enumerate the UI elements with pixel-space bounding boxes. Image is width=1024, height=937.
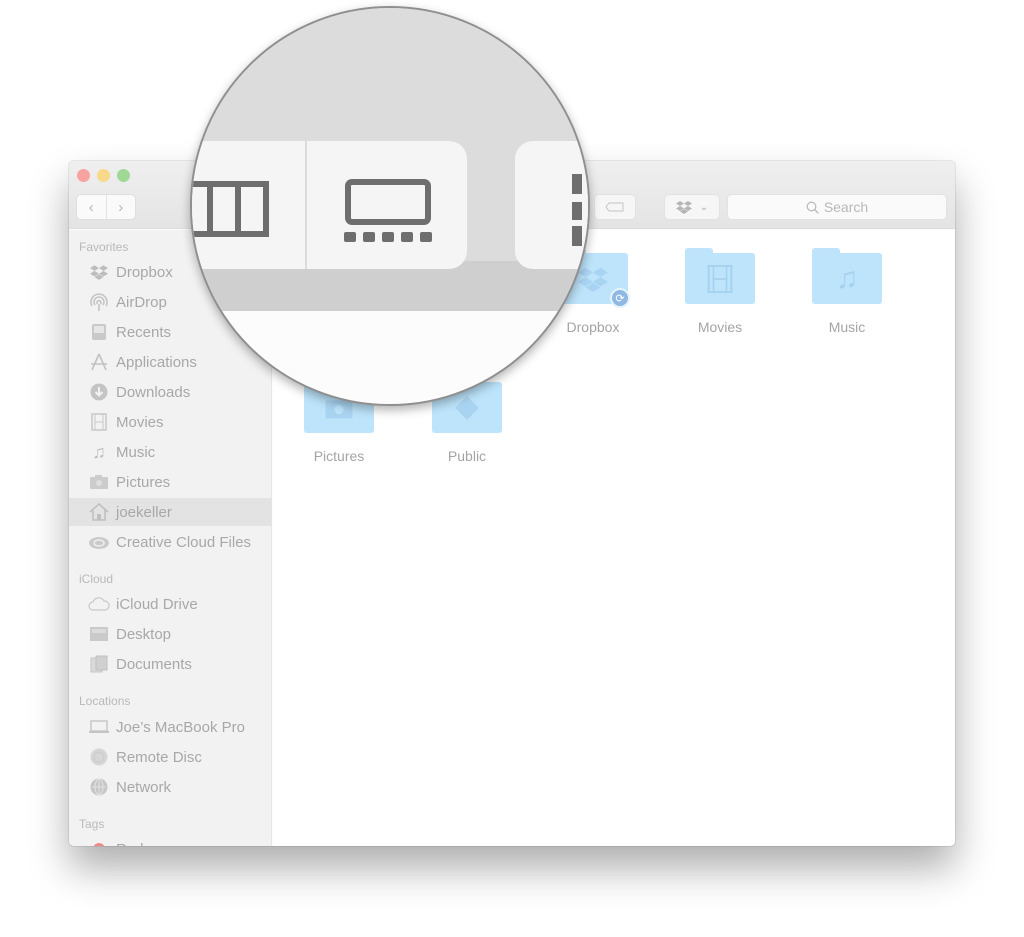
sidebar-item-label: joekeller xyxy=(116,503,172,521)
downloads-icon xyxy=(88,382,110,402)
section-locations: Locations xyxy=(79,694,131,708)
sidebar-item-label: iCloud Drive xyxy=(116,595,198,613)
desktop-icon xyxy=(88,624,110,644)
dropbox-menu-button[interactable]: ⌄ xyxy=(665,195,719,219)
magnifier-callout xyxy=(190,6,590,406)
sidebar-item-pictures[interactable]: Pictures xyxy=(69,468,272,496)
sidebar-item-music[interactable]: ♫ Music xyxy=(69,438,272,466)
forward-button[interactable]: › xyxy=(105,195,136,219)
gallery-view-icon[interactable] xyxy=(342,178,434,244)
sidebar-item-network[interactable]: Network xyxy=(69,773,272,801)
creative-cloud-icon xyxy=(88,532,110,552)
music-folder-icon: ♫ xyxy=(812,248,882,304)
recents-icon xyxy=(88,322,110,342)
dropbox-icon xyxy=(675,201,692,214)
search-field[interactable]: Search xyxy=(728,195,946,219)
column-view-icon[interactable] xyxy=(192,180,274,238)
chevron-right-icon: › xyxy=(118,198,124,216)
section-icloud: iCloud xyxy=(79,572,114,586)
sidebar-item-tag-red[interactable]: Red xyxy=(69,835,272,846)
sidebar-item-label: Desktop xyxy=(116,625,172,643)
sidebar-item-macbook-pro[interactable]: Joe’s MacBook Pro xyxy=(69,713,272,741)
sidebar-item-label: Applications xyxy=(116,353,197,371)
sidebar-item-label: Music xyxy=(116,443,156,461)
sidebar-item-label: Documents xyxy=(116,655,192,673)
nav-buttons: ‹ › xyxy=(77,195,135,219)
home-icon xyxy=(88,502,110,522)
sidebar-item-movies[interactable]: Movies xyxy=(69,408,272,436)
disc-icon xyxy=(88,747,110,767)
folder-label: Pictures xyxy=(313,448,365,464)
sidebar-item-label: Red xyxy=(116,841,144,847)
folder-label: Music xyxy=(828,319,866,335)
sidebar-item-desktop[interactable]: Desktop xyxy=(69,620,272,648)
folder-label: Movies xyxy=(697,319,743,335)
laptop-icon xyxy=(88,717,110,737)
zoom-button[interactable] xyxy=(117,169,130,182)
airdrop-icon xyxy=(88,292,110,312)
sidebar-item-label: Pictures xyxy=(116,473,171,491)
close-button[interactable] xyxy=(77,169,90,182)
sidebar-item-label: AirDrop xyxy=(116,293,167,311)
magnifier-icon xyxy=(806,201,819,214)
sidebar-item-creative-cloud-files[interactable]: Creative Cloud Files xyxy=(69,528,272,556)
dropbox-icon xyxy=(88,262,110,282)
movies-icon xyxy=(88,412,110,432)
movies-folder-icon xyxy=(685,248,755,304)
sidebar-item-label: Dropbox xyxy=(116,263,173,281)
chevron-left-icon: ‹ xyxy=(88,198,94,216)
tag-icon xyxy=(605,202,624,212)
section-tags: Tags xyxy=(79,817,105,831)
search-placeholder: Search xyxy=(823,199,869,215)
red-tag-dot-icon xyxy=(88,839,110,846)
folder-item[interactable]: ♫ Music xyxy=(797,248,897,335)
sidebar-item-label: Joe’s MacBook Pro xyxy=(116,718,245,736)
folder-label: Public xyxy=(447,448,487,464)
minimize-button[interactable] xyxy=(97,169,110,182)
section-favorites: Favorites xyxy=(79,240,129,254)
back-button[interactable]: ‹ xyxy=(77,195,106,219)
sidebar-item-label: Creative Cloud Files xyxy=(116,533,252,551)
applications-icon xyxy=(88,352,110,372)
music-icon: ♫ xyxy=(92,441,106,462)
folder-item[interactable]: Movies xyxy=(670,248,770,335)
sidebar-item-label: Remote Disc xyxy=(116,748,202,766)
sync-badge-icon: ⟳ xyxy=(610,288,630,308)
sidebar-item-label: Recents xyxy=(116,323,172,341)
chevron-down-icon: ⌄ xyxy=(699,201,709,213)
documents-icon xyxy=(88,654,110,674)
camera-icon xyxy=(88,472,110,492)
sidebar-item-icloud-drive[interactable]: iCloud Drive xyxy=(69,590,272,618)
arrange-icon xyxy=(572,174,582,246)
sidebar-item-joekeller[interactable]: joekeller xyxy=(69,498,272,526)
sidebar-item-label: Network xyxy=(116,778,172,796)
sidebar-item-documents[interactable]: Documents xyxy=(69,650,272,678)
network-icon xyxy=(88,777,110,797)
sidebar-item-remote-disc[interactable]: Remote Disc xyxy=(69,743,272,771)
tag-button[interactable] xyxy=(595,195,635,219)
sidebar-item-label: Downloads xyxy=(116,383,191,401)
sidebar-item-label: Movies xyxy=(116,413,164,431)
cloud-icon xyxy=(88,594,110,614)
